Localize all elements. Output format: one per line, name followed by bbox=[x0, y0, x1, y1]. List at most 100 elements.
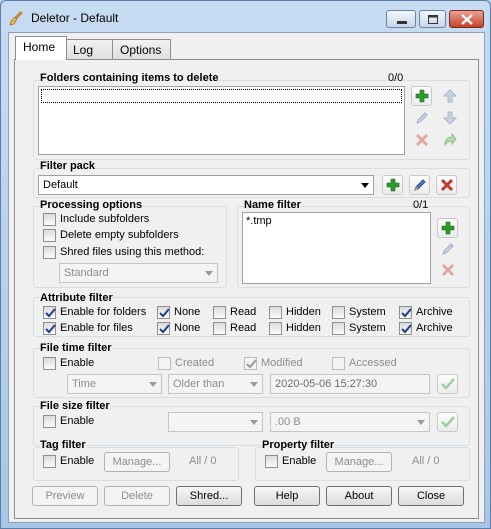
file-attr-hidden-label: Hidden bbox=[286, 322, 321, 334]
move-up-button[interactable] bbox=[439, 86, 460, 106]
arrow-down-icon bbox=[443, 111, 457, 125]
remove-filter-pack-button[interactable] bbox=[436, 175, 457, 195]
plus-icon bbox=[415, 89, 429, 103]
property-count: All / 0 bbox=[412, 455, 440, 467]
list-item[interactable]: *.tmp bbox=[246, 215, 272, 227]
property-filter-title: Property filter bbox=[262, 439, 335, 451]
file-time-enable-checkbox[interactable] bbox=[43, 357, 56, 370]
file-size-enable-checkbox[interactable] bbox=[43, 415, 56, 428]
chevron-down-icon bbox=[205, 271, 213, 276]
name-filter-list[interactable]: *.tmp bbox=[242, 212, 431, 284]
folders-list[interactable] bbox=[38, 86, 405, 155]
forward-arrow-icon bbox=[444, 133, 457, 147]
tab-log[interactable]: Log bbox=[65, 39, 113, 59]
name-filter-title: Name filter bbox=[244, 199, 301, 211]
enable-files-label: Enable for files bbox=[60, 322, 133, 334]
close-button[interactable]: Close bbox=[398, 486, 464, 506]
file-attr-system-label: System bbox=[349, 322, 386, 334]
folder-attr-system-label: System bbox=[349, 306, 386, 318]
tag-enable-label: Enable bbox=[60, 455, 95, 467]
about-button[interactable]: About bbox=[326, 486, 392, 506]
datetime-field[interactable]: 2020-05-06 15:27:30 bbox=[270, 374, 430, 394]
preview-label: Preview bbox=[45, 490, 85, 502]
add-filter-pack-button[interactable] bbox=[382, 175, 403, 195]
add-folder-button[interactable] bbox=[411, 86, 432, 106]
folder-attr-hidden-checkbox[interactable] bbox=[269, 306, 282, 319]
shred-button-label: Shred... bbox=[189, 490, 229, 502]
chevron-down-icon bbox=[250, 382, 258, 387]
file-attr-archive-checkbox[interactable] bbox=[399, 322, 412, 335]
open-folder-button[interactable] bbox=[439, 130, 460, 150]
tab-options[interactable]: Options bbox=[112, 39, 171, 59]
folder-attr-archive-label: Archive bbox=[416, 306, 453, 318]
processing-title: Processing options bbox=[40, 199, 143, 211]
size-value: .00 B bbox=[275, 416, 301, 428]
move-down-button[interactable] bbox=[439, 108, 460, 128]
home-panel: Folders containing items to delete 0/0 F… bbox=[14, 59, 479, 519]
delete-empty-checkbox[interactable] bbox=[43, 229, 56, 242]
delete-button[interactable]: Delete bbox=[104, 486, 170, 506]
window-title: Deletor - Default bbox=[31, 11, 119, 25]
apply-time-button[interactable] bbox=[437, 374, 458, 394]
checkmark-icon bbox=[441, 378, 455, 390]
file-attr-hidden-checkbox[interactable] bbox=[269, 322, 282, 335]
checkmark-icon bbox=[159, 324, 170, 334]
shred-checkbox[interactable] bbox=[43, 246, 56, 259]
tab-home[interactable]: Home bbox=[15, 36, 67, 60]
property-enable-checkbox[interactable] bbox=[265, 455, 278, 468]
maximize-button[interactable] bbox=[419, 10, 446, 28]
chevron-down-icon bbox=[361, 183, 369, 188]
folder-attr-archive-checkbox[interactable] bbox=[399, 306, 412, 319]
modified-checkbox[interactable] bbox=[244, 357, 257, 370]
client-area: Home Log Options Folders containing item… bbox=[8, 32, 485, 523]
file-attr-archive-label: Archive bbox=[416, 322, 453, 334]
checkmark-icon bbox=[246, 359, 257, 369]
shred-button[interactable]: Shred... bbox=[176, 486, 242, 506]
tag-manage-button[interactable]: Manage... bbox=[104, 452, 170, 472]
shred-method-select[interactable]: Standard bbox=[59, 263, 218, 283]
property-manage-button[interactable]: Manage... bbox=[326, 452, 392, 472]
size-value-select[interactable]: .00 B bbox=[270, 412, 430, 432]
apply-size-button[interactable] bbox=[437, 412, 458, 432]
close-icon bbox=[461, 14, 473, 25]
file-attr-system-checkbox[interactable] bbox=[332, 322, 345, 335]
time-compare-select[interactable]: Older than bbox=[168, 374, 263, 394]
file-attr-read-label: Read bbox=[230, 322, 257, 334]
title-bar[interactable]: Deletor - Default bbox=[1, 1, 490, 31]
filter-pack-select[interactable]: Default bbox=[38, 175, 374, 195]
add-name-filter-button[interactable] bbox=[437, 218, 458, 238]
time-unit-select[interactable]: Time bbox=[67, 374, 162, 394]
file-attr-none-checkbox[interactable] bbox=[157, 322, 170, 335]
created-checkbox[interactable] bbox=[158, 357, 171, 370]
filter-pack-value: Default bbox=[43, 179, 78, 191]
arrow-up-icon bbox=[443, 89, 457, 103]
enable-folders-checkbox[interactable] bbox=[43, 306, 56, 319]
remove-folder-button[interactable] bbox=[411, 130, 432, 150]
enable-files-checkbox[interactable] bbox=[43, 322, 56, 335]
edit-folder-button[interactable] bbox=[411, 108, 432, 128]
delete-icon bbox=[415, 133, 429, 147]
accessed-checkbox[interactable] bbox=[332, 357, 345, 370]
checkmark-icon bbox=[401, 308, 412, 318]
tag-count: All / 0 bbox=[189, 455, 217, 467]
close-window-button[interactable] bbox=[449, 10, 484, 28]
tab-options-label: Options bbox=[120, 43, 162, 57]
file-attr-none-label: None bbox=[174, 322, 201, 334]
file-attr-read-checkbox[interactable] bbox=[213, 322, 226, 335]
folder-attr-system-checkbox[interactable] bbox=[332, 306, 345, 319]
checkmark-icon bbox=[45, 308, 56, 318]
plus-icon bbox=[441, 221, 455, 235]
filter-pack-title: Filter pack bbox=[40, 160, 96, 172]
minimize-button[interactable] bbox=[386, 10, 416, 28]
folder-attr-read-checkbox[interactable] bbox=[213, 306, 226, 319]
folder-attr-none-checkbox[interactable] bbox=[157, 306, 170, 319]
tag-enable-checkbox[interactable] bbox=[43, 455, 56, 468]
include-subfolders-checkbox[interactable] bbox=[43, 213, 56, 226]
help-button[interactable]: Help bbox=[254, 486, 320, 506]
list-focus-row[interactable] bbox=[41, 89, 402, 103]
remove-name-filter-button[interactable] bbox=[437, 260, 458, 280]
preview-button[interactable]: Preview bbox=[32, 486, 98, 506]
size-compare-select[interactable] bbox=[168, 412, 263, 432]
edit-name-filter-button[interactable] bbox=[437, 239, 458, 259]
edit-filter-pack-button[interactable] bbox=[409, 175, 430, 195]
